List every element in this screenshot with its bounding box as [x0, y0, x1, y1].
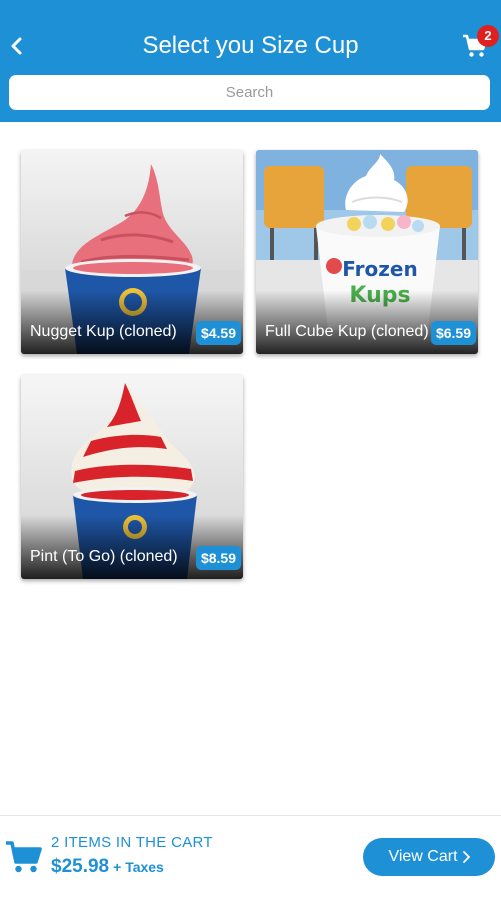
product-name: Full Cube Kup (cloned) [265, 323, 429, 340]
app-root: Select you Size Cup 2 Search Nugget Kup … [0, 0, 501, 900]
product-card-pint-to-go[interactable]: Pint (To Go) (cloned) $8.59 [21, 375, 243, 579]
cart-total-amount: $25.98 [51, 856, 110, 877]
cart-summary-bar: 2 ITEMS IN THE CART $25.98 + Taxes View C… [0, 815, 501, 900]
app-header: Select you Size Cup 2 [0, 0, 501, 122]
shopping-cart-icon [6, 841, 42, 873]
view-cart-label: View Cart [388, 848, 458, 865]
search-input[interactable] [9, 75, 490, 110]
product-price-badge: $8.59 [195, 546, 241, 570]
product-card-nugget-kup[interactable]: Nugget Kup (cloned) $4.59 [21, 150, 243, 354]
page-title: Select you Size Cup [142, 32, 359, 59]
view-cart-button[interactable]: View Cart [363, 838, 495, 876]
header-cart-button[interactable]: 2 [460, 25, 499, 64]
product-card-full-cube-kup[interactable]: Frozen Kups Full Cube Kup (cloned) $6.59 [256, 150, 478, 354]
chevron-right-icon [462, 851, 470, 863]
product-name: Nugget Kup (cloned) [30, 323, 177, 340]
svg-text:Frozen: Frozen [342, 257, 417, 281]
product-name: Pint (To Go) (cloned) [30, 548, 178, 565]
cart-count-badge: 2 [477, 25, 499, 47]
taxes-label: + Taxes [113, 859, 164, 875]
cart-items-count: 2 ITEMS IN THE CART [51, 834, 213, 851]
product-price-badge: $6.59 [430, 321, 476, 345]
product-price-badge: $4.59 [195, 321, 241, 345]
cart-total-line: $25.98 + Taxes [51, 856, 164, 878]
